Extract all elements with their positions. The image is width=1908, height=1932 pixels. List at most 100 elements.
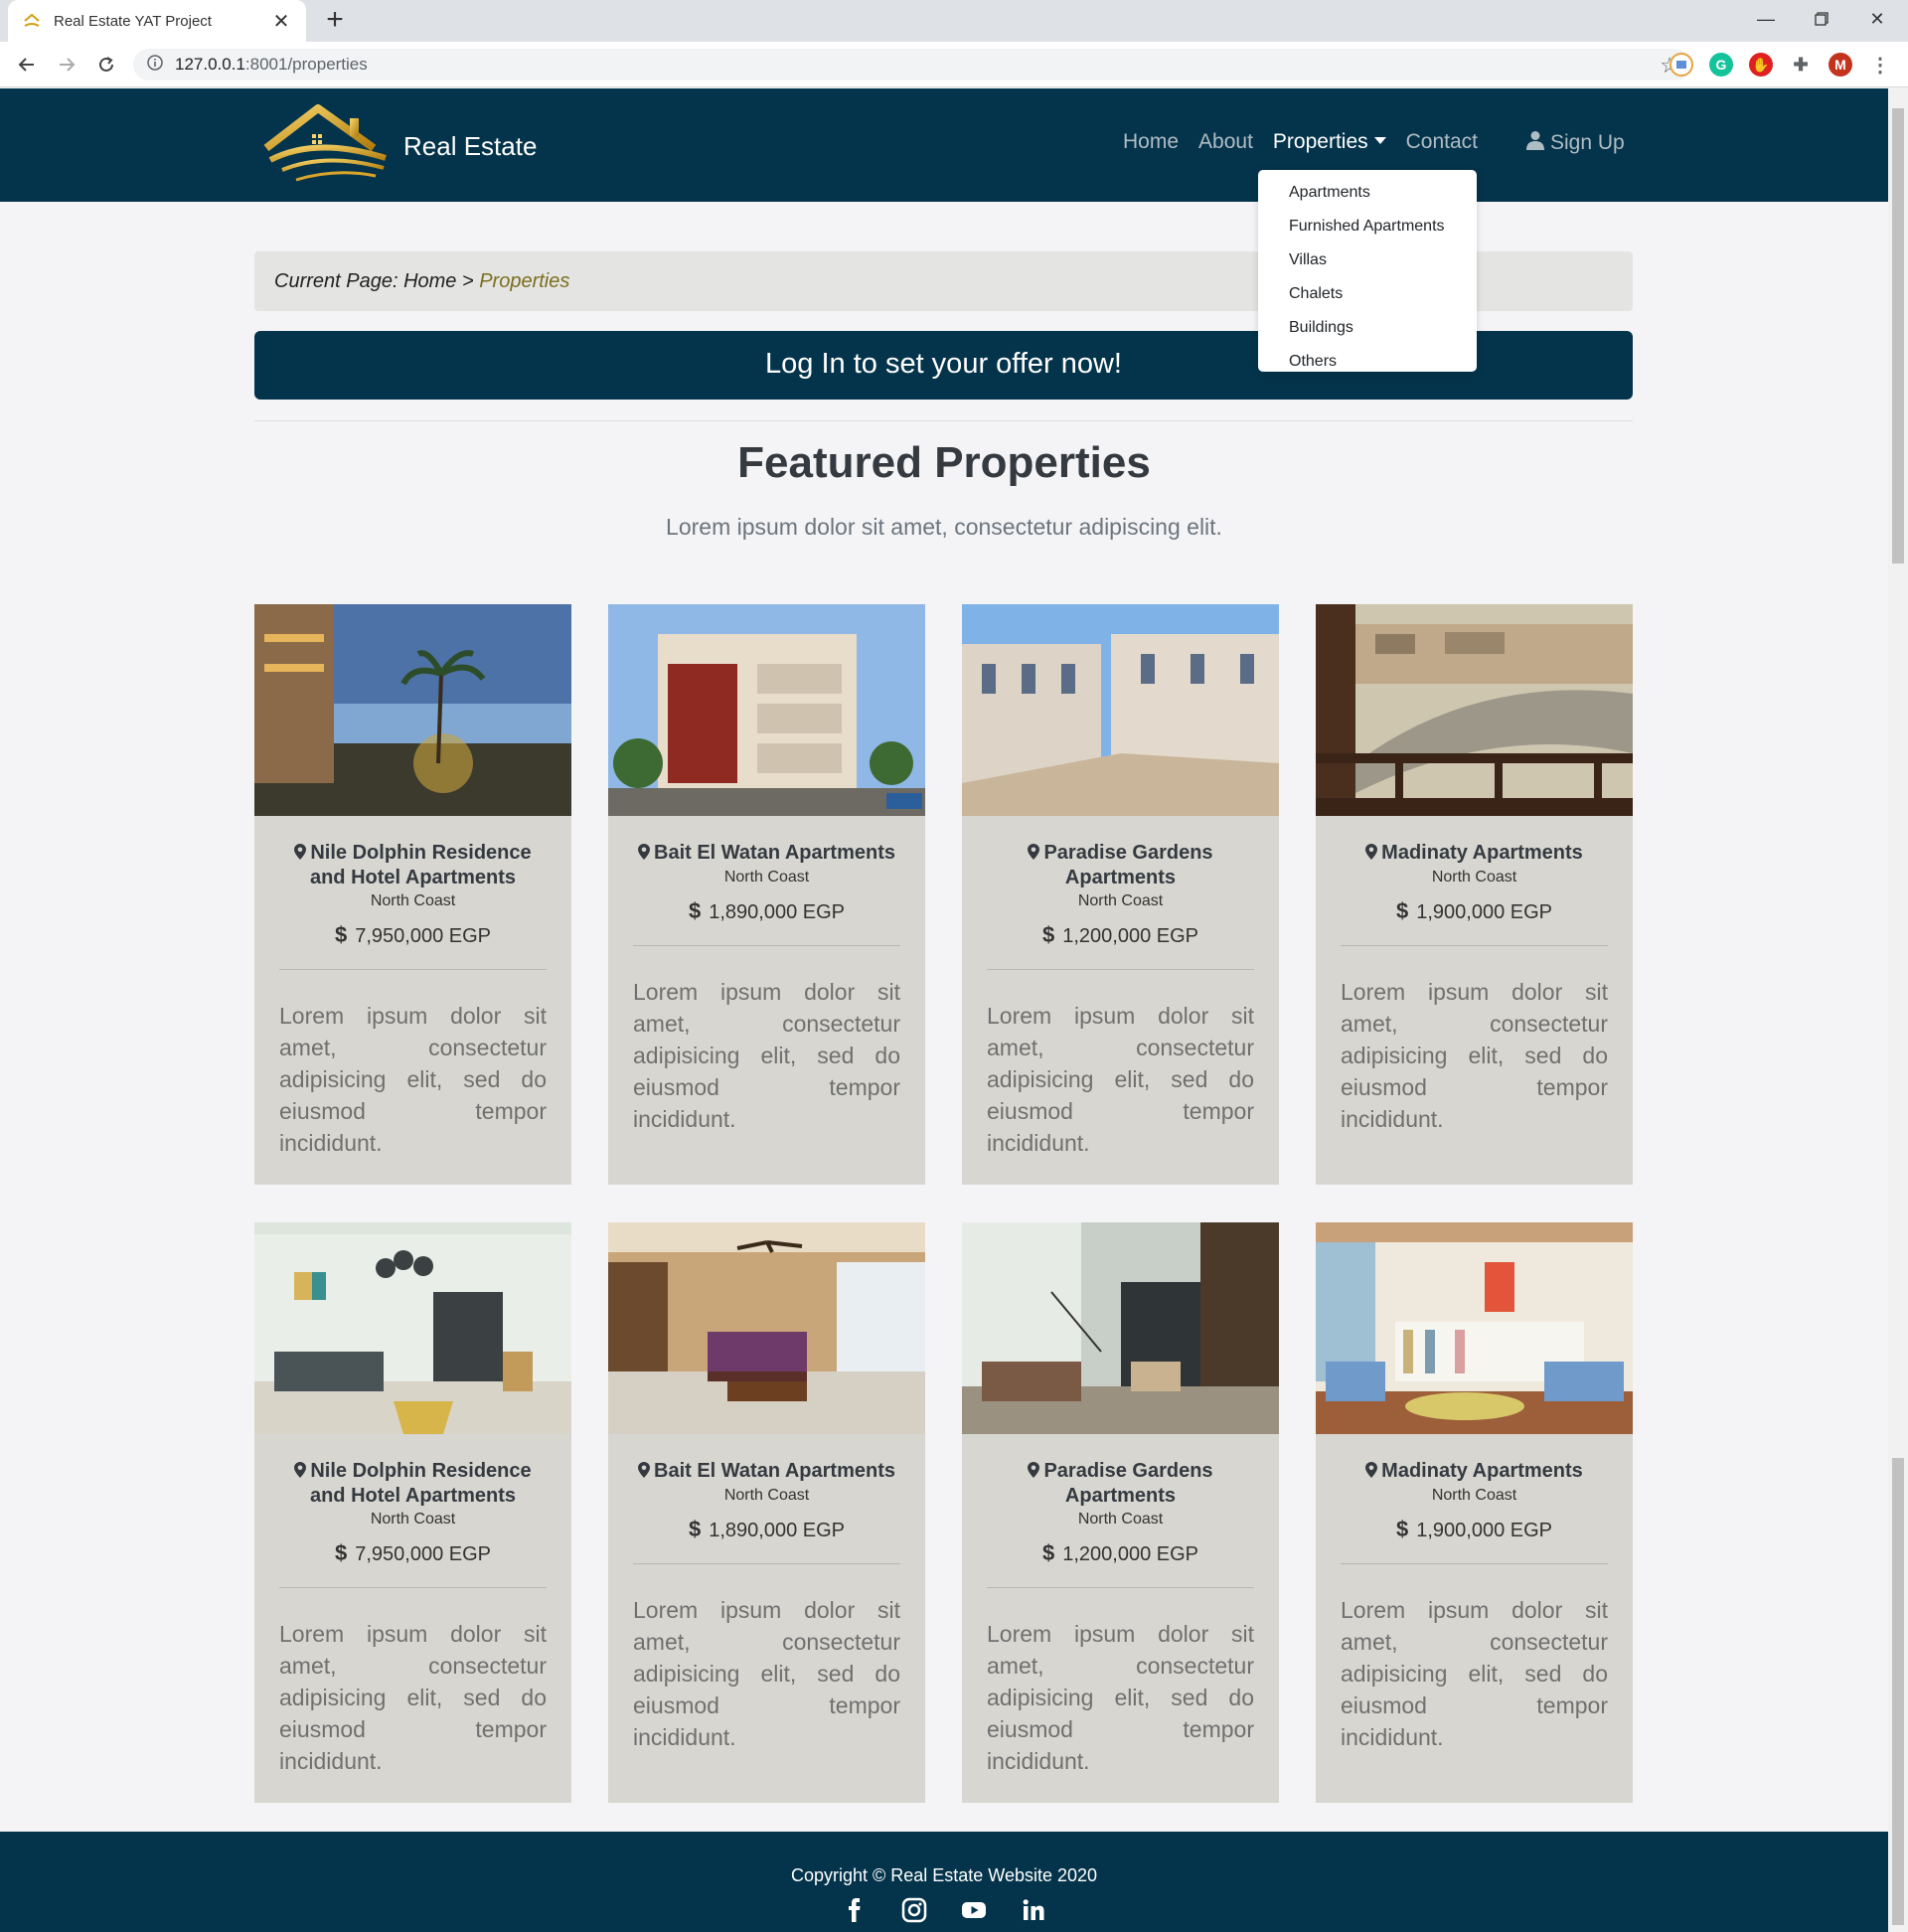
property-price-value: 1,200,000 EGP [1062, 1543, 1199, 1565]
property-image[interactable] [1316, 604, 1633, 816]
property-title-text: Paradise Gardens Apartments [1043, 842, 1213, 888]
property-title-text: Madinaty Apartments [1381, 842, 1583, 864]
scrollbar-thumb[interactable] [1892, 108, 1904, 564]
dropdown-item-villas[interactable]: Villas [1258, 243, 1477, 277]
property-card[interactable]: Paradise Gardens Apartments North Coast $1… [962, 604, 1279, 1185]
back-arrow-icon[interactable] [12, 50, 42, 80]
adblock-icon[interactable]: ✋ [1749, 53, 1773, 77]
restore-button[interactable] [1799, 0, 1844, 38]
grammarly-icon[interactable]: G [1709, 53, 1733, 77]
nav-about[interactable]: About [1198, 130, 1253, 154]
property-price-value: 1,900,000 EGP [1416, 1520, 1553, 1541]
signup-link[interactable]: Sign Up [1526, 130, 1625, 156]
nav-contact[interactable]: Contact [1406, 130, 1478, 154]
property-description: Lorem ipsum dolor sit amet, consectetur … [633, 979, 900, 1132]
property-title[interactable]: Madinaty Apartments [1341, 841, 1608, 866]
close-window-button[interactable]: ✕ [1854, 0, 1900, 38]
browser-tab[interactable]: Real Estate YAT Project ✕ [8, 0, 306, 42]
property-title[interactable]: Bait El Watan Apartments [633, 1459, 900, 1484]
property-card-body: Nile Dolphin Residence and Hotel Apartme… [254, 1434, 571, 1777]
property-card-body: Madinaty Apartments North Coast $1,900,000… [1316, 816, 1633, 1135]
map-marker-icon [1365, 842, 1378, 866]
property-image[interactable] [608, 1222, 925, 1434]
nav-home[interactable]: Home [1123, 130, 1179, 154]
property-location: North Coast [370, 892, 456, 909]
property-description: Lorem ipsum dolor sit amet, consectetur … [1341, 979, 1608, 1132]
dollar-icon: $ [688, 1517, 702, 1541]
property-price-value: 1,900,000 EGP [1416, 901, 1553, 923]
profile-avatar[interactable]: M [1828, 53, 1852, 77]
property-card[interactable]: Madinaty Apartments North Coast $1,900,000… [1316, 604, 1633, 1185]
property-description: Lorem ipsum dolor sit amet, consectetur … [987, 1621, 1254, 1774]
property-card[interactable]: Nile Dolphin Residence and Hotel Apartme… [254, 604, 571, 1185]
url-text: 127.0.0.1:8001/properties [175, 55, 368, 74]
user-icon [1526, 130, 1544, 156]
property-image[interactable] [254, 604, 571, 816]
minimize-button[interactable]: — [1743, 0, 1789, 38]
dropdown-item-apartments[interactable]: Apartments [1258, 176, 1477, 210]
property-image[interactable] [962, 604, 1279, 816]
dollar-icon: $ [334, 1540, 348, 1565]
property-card[interactable]: Bait El Watan Apartments North Coast $1,89… [608, 1222, 925, 1803]
new-tab-button[interactable]: + [320, 5, 350, 36]
property-title[interactable]: Nile Dolphin Residence and Hotel Apartme… [279, 841, 547, 889]
property-title[interactable]: Paradise Gardens Apartments [987, 841, 1254, 889]
instagram-icon[interactable] [901, 1897, 927, 1923]
tab-close-icon[interactable]: ✕ [270, 9, 292, 34]
site-footer: Copyright © Real Estate Website 2020 [0, 1832, 1888, 1932]
map-marker-icon [1028, 1460, 1040, 1484]
property-card[interactable]: Paradise Gardens Apartments North Coast $1… [962, 1222, 1279, 1803]
browser-menu-icon[interactable]: ⋮ [1868, 53, 1892, 77]
property-title[interactable]: Nile Dolphin Residence and Hotel Apartme… [279, 1459, 547, 1508]
property-card[interactable]: Madinaty Apartments North Coast $1,900,000… [1316, 1222, 1633, 1803]
property-price-value: 1,890,000 EGP [709, 1520, 846, 1541]
property-title-text: Bait El Watan Apartments [654, 1460, 895, 1482]
brand-logo-link[interactable]: Real Estate [256, 98, 537, 194]
property-location: North Coast [723, 869, 810, 886]
extension-screenshot-icon[interactable] [1670, 53, 1693, 77]
property-price-value: 1,200,000 EGP [1062, 925, 1199, 947]
breadcrumb-prefix: Current Page: Home > [274, 270, 480, 292]
forward-arrow-icon[interactable] [52, 50, 81, 80]
extensions-puzzle-icon[interactable]: ✚ [1789, 53, 1813, 77]
property-card[interactable]: Nile Dolphin Residence and Hotel Apartme… [254, 1222, 571, 1803]
nav-links: Home About Properties Contact [1123, 130, 1498, 154]
property-title-text: Paradise Gardens Apartments [1043, 1460, 1213, 1507]
property-description: Lorem ipsum dolor sit amet, consectetur … [279, 1003, 547, 1156]
dollar-icon: $ [334, 922, 348, 947]
property-location: North Coast [370, 1511, 456, 1528]
facebook-icon[interactable] [842, 1897, 868, 1923]
dollar-icon: $ [688, 898, 702, 923]
reload-icon[interactable] [91, 50, 121, 80]
property-title-text: Bait El Watan Apartments [654, 842, 895, 864]
info-icon[interactable] [147, 54, 163, 76]
property-location: North Coast [723, 1487, 810, 1504]
property-card[interactable]: Bait El Watan Apartments North Coast $1,89… [608, 604, 925, 1185]
property-location: North Coast [1431, 869, 1517, 886]
property-image[interactable] [608, 604, 925, 816]
property-image[interactable] [254, 1222, 571, 1434]
page-scrollbar[interactable] [1888, 88, 1908, 1932]
youtube-icon[interactable] [961, 1897, 987, 1923]
property-price: $1,890,000 EGP [633, 898, 900, 925]
address-bar[interactable]: 127.0.0.1:8001/properties ☆ [133, 49, 1691, 80]
property-image[interactable] [962, 1222, 1279, 1434]
social-links [0, 1897, 1888, 1923]
linkedin-icon[interactable] [1021, 1897, 1046, 1923]
property-title[interactable]: Paradise Gardens Apartments [987, 1459, 1254, 1508]
dollar-icon: $ [1041, 1540, 1055, 1565]
property-description: Lorem ipsum dolor sit amet, consectetur … [633, 1597, 900, 1750]
dropdown-item-furnished-apartments[interactable]: Furnished Apartments [1258, 210, 1477, 243]
nav-properties-dropdown-toggle[interactable]: Properties [1273, 130, 1386, 154]
divider [254, 420, 1633, 421]
card-divider [279, 1587, 547, 1588]
property-image[interactable] [1316, 1222, 1633, 1434]
property-title[interactable]: Madinaty Apartments [1341, 1459, 1608, 1484]
dropdown-item-chalets[interactable]: Chalets [1258, 277, 1477, 311]
property-description: Lorem ipsum dolor sit amet, consectetur … [987, 1003, 1254, 1156]
breadcrumb-current: Properties [479, 270, 570, 292]
dropdown-item-others[interactable]: Others [1258, 345, 1477, 379]
house-favicon-icon [22, 11, 42, 31]
dropdown-item-buildings[interactable]: Buildings [1258, 311, 1477, 345]
property-title[interactable]: Bait El Watan Apartments [633, 841, 900, 866]
